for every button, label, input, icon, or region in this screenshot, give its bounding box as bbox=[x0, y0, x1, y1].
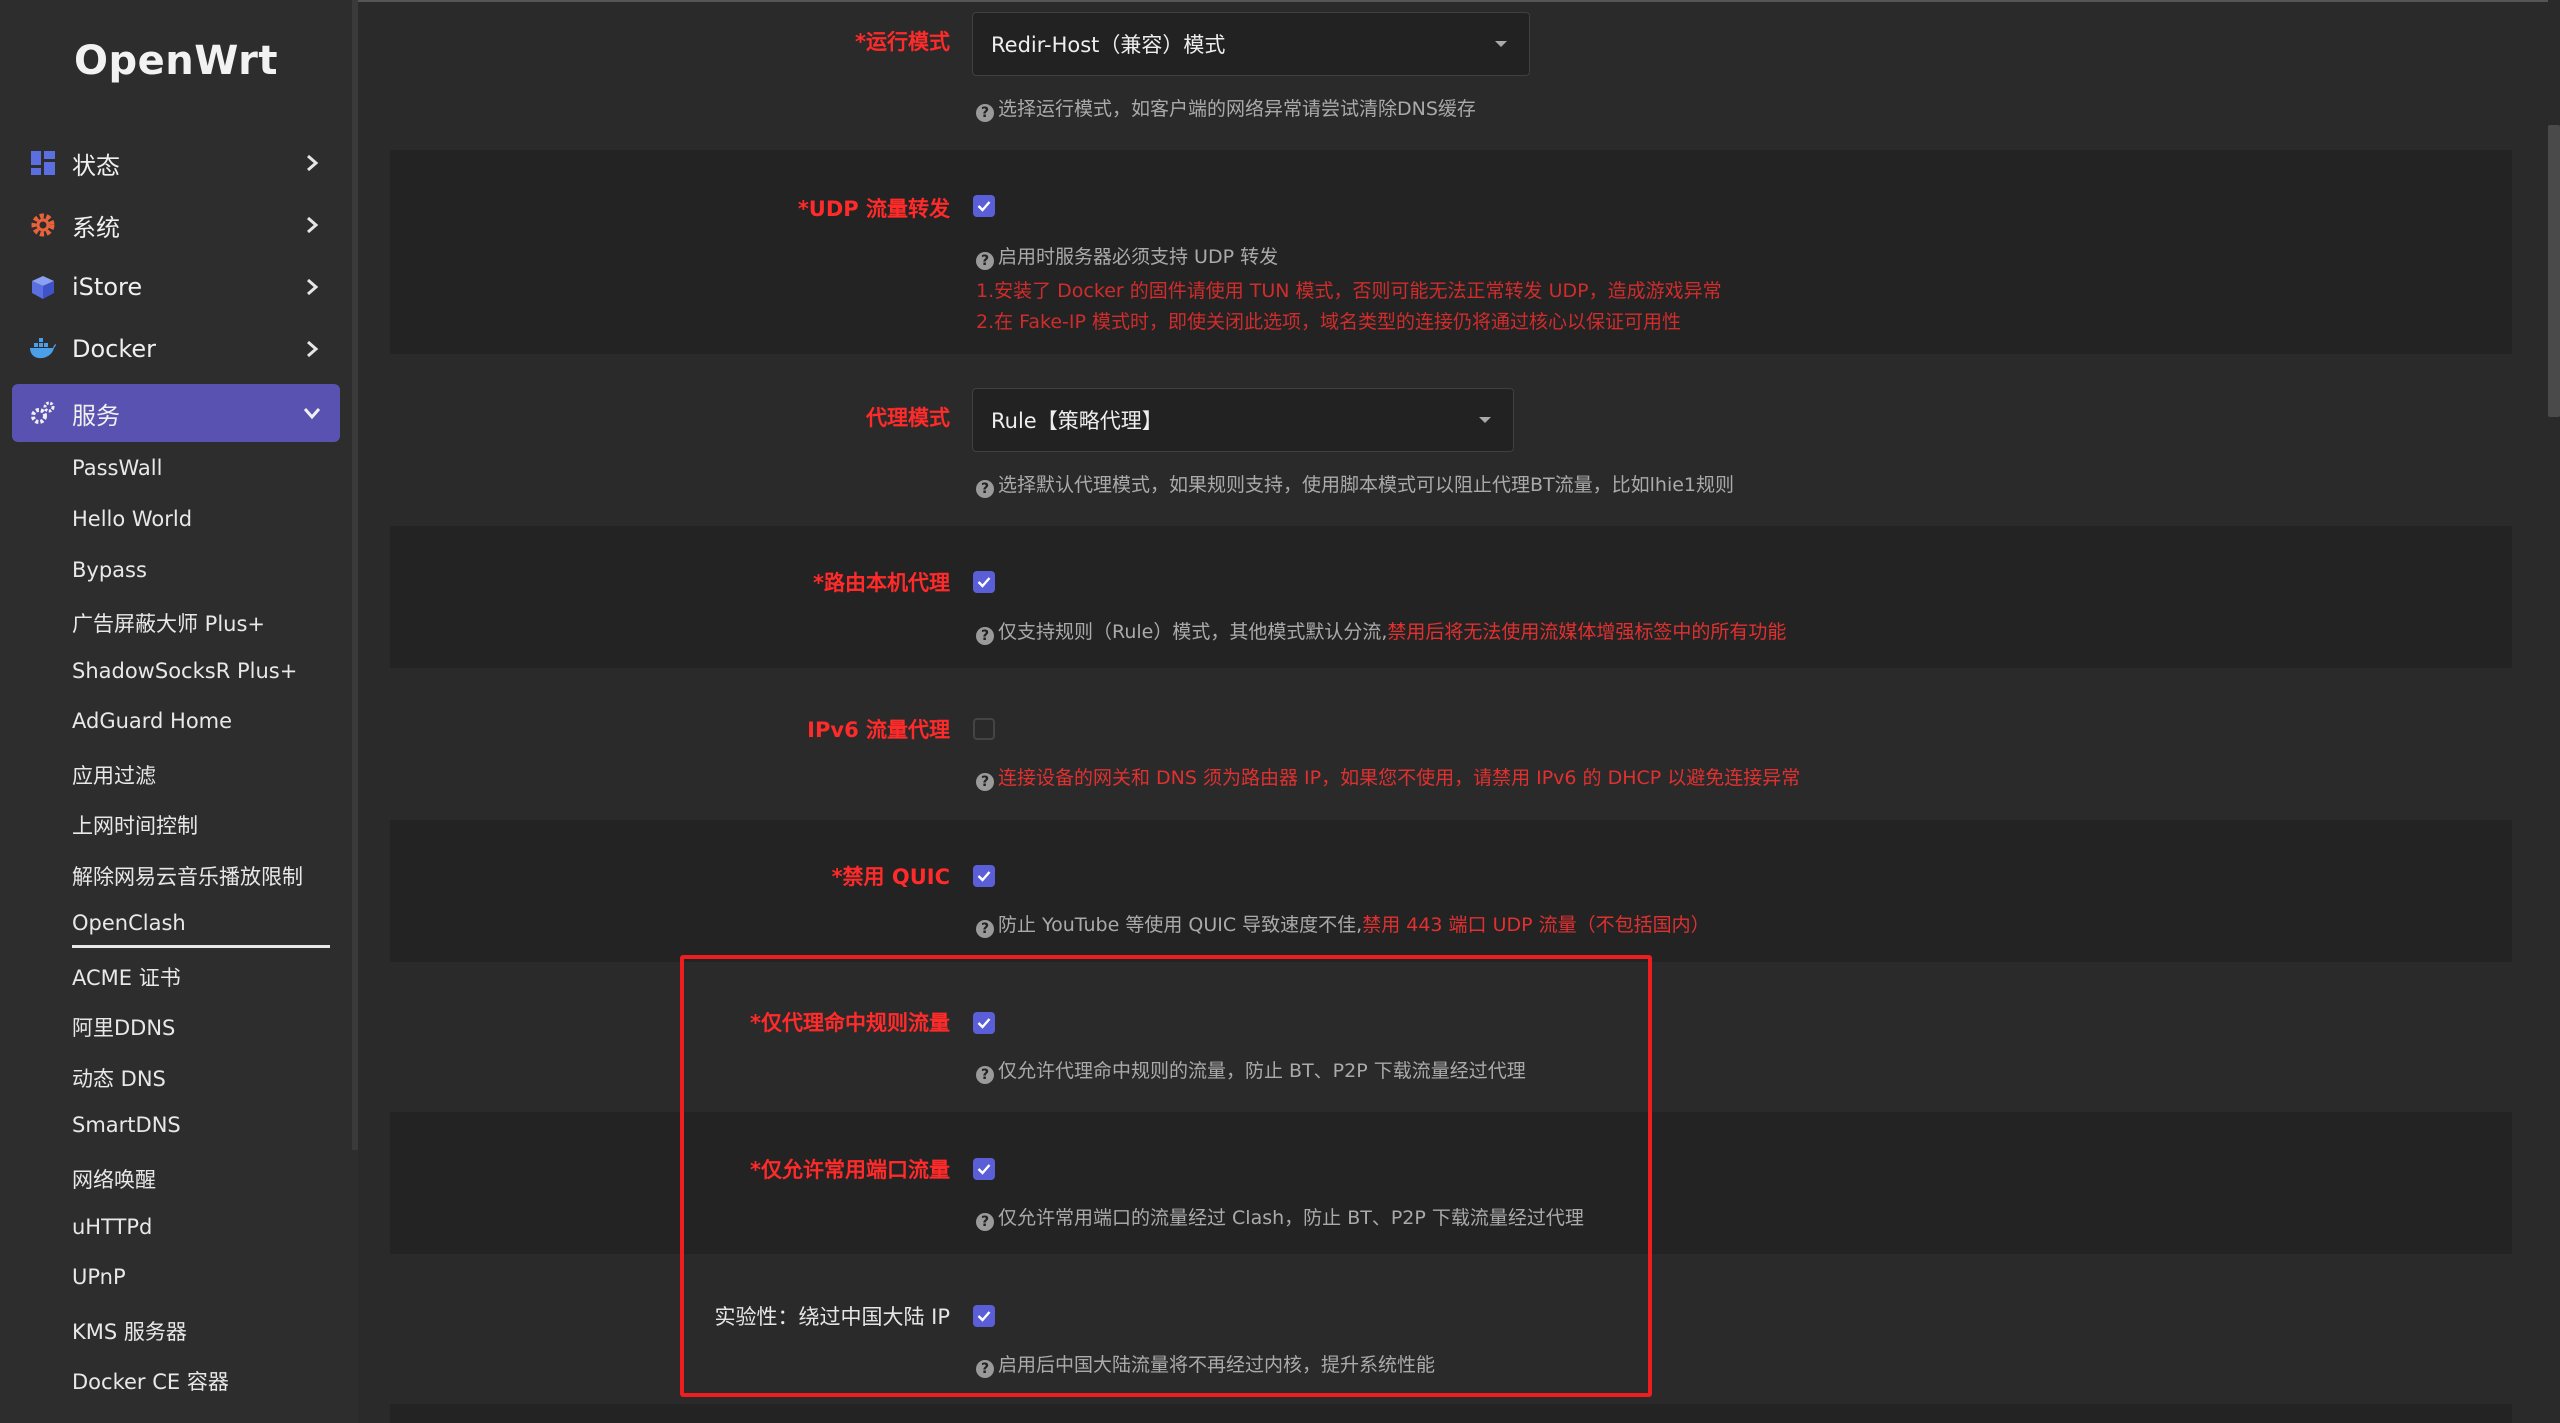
chevron-right-icon bbox=[300, 337, 324, 361]
help-icon: ? bbox=[976, 920, 994, 938]
help-icon: ? bbox=[976, 480, 994, 498]
selected-underline bbox=[72, 945, 330, 948]
docker-icon bbox=[28, 334, 58, 364]
nav-item-istore[interactable]: iStore bbox=[12, 258, 340, 316]
nav-label-docker: Docker bbox=[72, 335, 157, 363]
run-mode-label: *运行模式 bbox=[855, 30, 950, 54]
help-icon: ? bbox=[976, 1360, 994, 1378]
quic-checkbox[interactable] bbox=[973, 865, 995, 887]
udp-label: *UDP 流量转发 bbox=[797, 197, 950, 221]
rule-only-checkbox[interactable] bbox=[973, 1012, 995, 1034]
caret-down-icon bbox=[1495, 41, 1507, 47]
help-icon: ? bbox=[976, 773, 994, 791]
page-scrollbar-thumb[interactable] bbox=[2548, 125, 2560, 417]
run-mode-select[interactable]: Redir-Host（兼容）模式 bbox=[972, 12, 1530, 76]
sidebar-item-hello-world[interactable]: Hello World bbox=[72, 507, 192, 531]
caret-down-icon bbox=[1479, 417, 1491, 423]
help-icon: ? bbox=[976, 104, 994, 122]
proxy-mode-select[interactable]: Rule【策略代理】 bbox=[972, 388, 1514, 452]
sidebar-item-docker-ce[interactable]: Docker CE 容器 bbox=[72, 1366, 229, 1396]
form-row-rule-only bbox=[390, 962, 2512, 1112]
common-ports-label: *仅允许常用端口流量 bbox=[750, 1158, 950, 1182]
sidebar-item-upnp[interactable]: UPnP bbox=[72, 1265, 126, 1289]
form-row-ipv6 bbox=[390, 668, 2512, 820]
udp-help: ? 启用时服务器必须支持 UDP 转发 bbox=[976, 242, 1278, 273]
router-proxy-checkbox[interactable] bbox=[973, 571, 995, 593]
udp-checkbox[interactable] bbox=[973, 195, 995, 217]
sidebar-item-time-control[interactable]: 上网时间控制 bbox=[72, 810, 198, 840]
common-ports-help: ? 仅允许常用端口的流量经过 Clash，防止 BT、P2P 下载流量经过代理 bbox=[976, 1203, 1584, 1234]
bypass-cn-checkbox[interactable] bbox=[973, 1305, 995, 1327]
help-icon: ? bbox=[976, 1066, 994, 1084]
sidebar-item-acme[interactable]: ACME 证书 bbox=[72, 962, 181, 992]
nav-item-docker[interactable]: Docker bbox=[12, 320, 340, 378]
chevron-right-icon bbox=[300, 275, 324, 299]
udp-warning-1: 1.安装了 Docker 的固件请使用 TUN 模式，否则可能无法正常转发 UD… bbox=[976, 280, 1722, 302]
udp-warning-2: 2.在 Fake-IP 模式时，即使关闭此选项，域名类型的连接仍将通过核心以保证… bbox=[976, 311, 1681, 333]
ipv6-checkbox[interactable] bbox=[973, 718, 995, 740]
router-proxy-label: *路由本机代理 bbox=[813, 571, 950, 595]
sidebar-item-passwall[interactable]: PassWall bbox=[72, 456, 162, 480]
rule-only-label: *仅代理命中规则流量 bbox=[750, 1011, 950, 1035]
router-proxy-help: ? 仅支持规则（Rule）模式，其他模式默认分流,禁用后将无法使用流媒体增强标签中… bbox=[976, 617, 1786, 648]
nav-label-status: 状态 bbox=[72, 151, 120, 180]
dashboard-icon bbox=[28, 148, 58, 178]
quic-label: *禁用 QUIC bbox=[831, 865, 950, 889]
quic-help: ? 防止 YouTube 等使用 QUIC 导致速度不佳,禁用 443 端口 UD… bbox=[976, 910, 1710, 941]
chevron-right-icon bbox=[300, 151, 324, 175]
rule-only-help: ? 仅允许代理命中规则的流量，防止 BT、P2P 下载流量经过代理 bbox=[976, 1056, 1526, 1087]
nav-label-istore: iStore bbox=[72, 273, 143, 301]
form-row-next bbox=[390, 1404, 2512, 1423]
sidebar-item-ssr-plus[interactable]: ShadowSocksR Plus+ bbox=[72, 659, 297, 683]
cube-icon bbox=[28, 272, 58, 302]
sidebar-item-smartdns[interactable]: SmartDNS bbox=[72, 1113, 181, 1137]
run-mode-help: ? 选择运行模式，如客户端的网络异常请尝试清除DNS缓存 bbox=[976, 94, 1476, 125]
proxy-mode-help: ? 选择默认代理模式，如果规则支持，使用脚本模式可以阻止代理BT流量，比如lhie… bbox=[976, 470, 1734, 501]
common-ports-checkbox[interactable] bbox=[973, 1158, 995, 1180]
run-mode-value: Redir-Host（兼容）模式 bbox=[991, 33, 1226, 57]
proxy-mode-label: 代理模式 bbox=[866, 406, 950, 430]
help-icon: ? bbox=[976, 252, 994, 270]
bypass-cn-help: ? 启用后中国大陆流量将不再经过内核，提升系统性能 bbox=[976, 1350, 1435, 1381]
sidebar-item-openclash[interactable]: OpenClash bbox=[72, 911, 186, 935]
proxy-mode-value: Rule【策略代理】 bbox=[991, 409, 1163, 433]
sidebar-item-uhttpd[interactable]: uHTTPd bbox=[72, 1215, 152, 1239]
ipv6-help: ? 连接设备的网关和 DNS 须为路由器 IP，如果您不使用，请禁用 IPv6 的… bbox=[976, 763, 1800, 794]
bypass-cn-label: 实验性：绕过中国大陆 IP bbox=[714, 1305, 950, 1329]
nav-item-status[interactable]: 状态 bbox=[12, 134, 340, 192]
help-icon: ? bbox=[976, 627, 994, 645]
help-icon: ? bbox=[976, 1213, 994, 1231]
ipv6-label: IPv6 流量代理 bbox=[807, 718, 950, 742]
sidebar-item-app-filter[interactable]: 应用过滤 bbox=[72, 760, 156, 790]
sidebar-item-adblock-plus[interactable]: 广告屏蔽大师 Plus+ bbox=[72, 608, 265, 638]
sidebar-item-ddns[interactable]: 动态 DNS bbox=[72, 1063, 166, 1093]
